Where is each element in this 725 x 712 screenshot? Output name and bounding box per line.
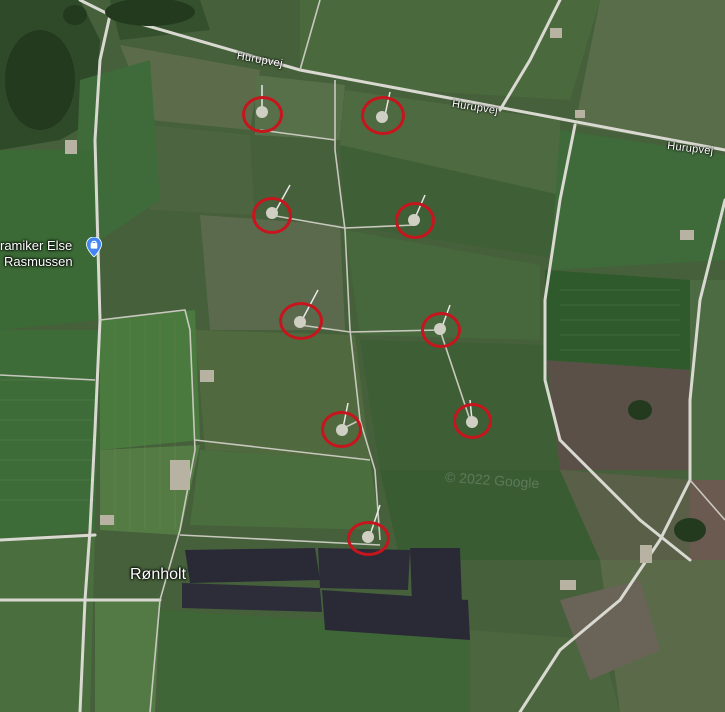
turbine-marker-7: [321, 411, 362, 448]
poi-name-line2: Rasmussen: [4, 254, 73, 269]
turbine-marker-3: [252, 197, 292, 234]
turbine-marker-8: [453, 403, 492, 439]
turbine-marker-2: [361, 96, 405, 135]
turbine-marker-4: [395, 202, 435, 239]
poi-label[interactable]: ramiker Else Rasmussen: [0, 238, 73, 270]
turbine-marker-5: [279, 302, 323, 340]
turbine-marker-9: [347, 521, 390, 556]
turbine-marker-6: [421, 312, 461, 348]
satellite-map[interactable]: Hurupvej Hurupvej Hurupvej ramiker Else …: [0, 0, 725, 712]
poi-name-line1: ramiker Else: [0, 238, 73, 253]
place-name[interactable]: Rønholt: [130, 566, 186, 584]
turbine-marker-1: [242, 96, 283, 133]
shopping-bag-pin-icon[interactable]: [84, 237, 104, 257]
